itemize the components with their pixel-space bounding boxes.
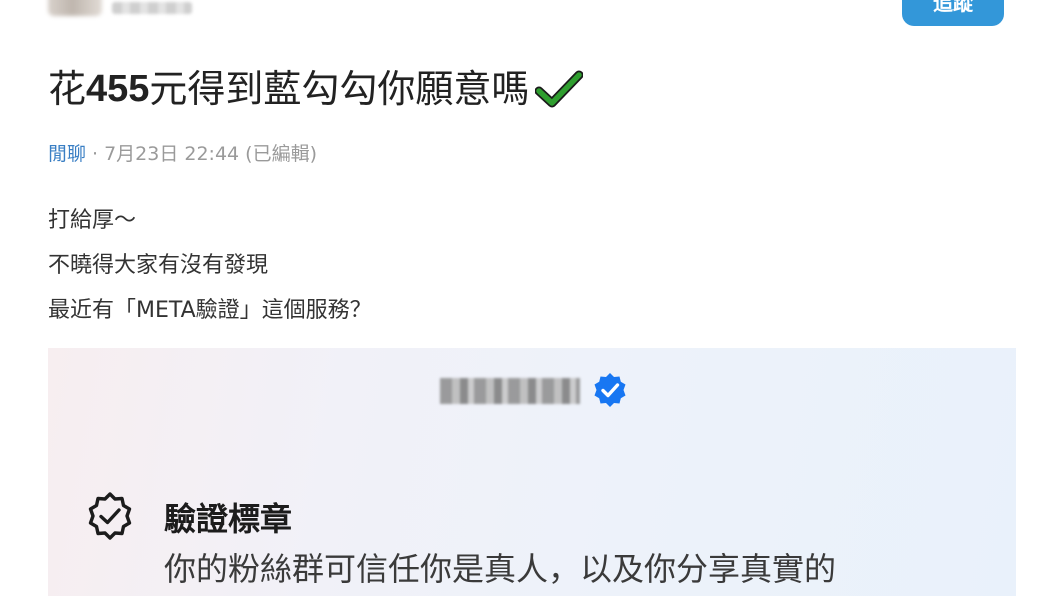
check-mark-icon: [535, 70, 584, 108]
feature-title: 驗證標章: [164, 500, 293, 538]
body-line: 不曉得大家有沒有發現: [48, 253, 269, 278]
post-header: 追蹤: [0, 0, 1060, 34]
post-meta: 閒聊 · 7月23日 22:44 (已編輯): [48, 139, 317, 166]
title-number: 455: [86, 68, 150, 110]
verified-badge-icon: [594, 373, 626, 407]
meta-separator: ·: [92, 143, 99, 165]
feature-description: 你的粉絲群可信任你是真人，以及你分享真實的: [164, 550, 837, 588]
badge-check-icon: [88, 492, 132, 540]
category-link[interactable]: 閒聊: [48, 143, 86, 165]
body-line: 最近有「META驗證」這個服務？: [48, 298, 372, 323]
follow-button[interactable]: 追蹤: [902, 0, 1004, 26]
avatar[interactable]: [48, 0, 102, 16]
post-timestamp: 7月23日 22:44 (已編輯): [104, 143, 317, 165]
title-prefix: 花: [48, 67, 87, 111]
post-body: 打給厚～ 不曉得大家有沒有發現 最近有「META驗證」這個服務？: [48, 198, 372, 333]
title-suffix: 元得到藍勾勾你願意嗎: [149, 67, 530, 111]
author-name-blurred[interactable]: [112, 2, 192, 14]
profile-name-blurred: [440, 378, 580, 404]
embedded-screenshot-card[interactable]: 驗證標章 你的粉絲群可信任你是真人，以及你分享真實的: [48, 348, 1016, 596]
body-line: 打給厚～: [48, 208, 137, 233]
post-title: 花 455 元得到藍勾勾你願意嗎: [48, 64, 584, 114]
